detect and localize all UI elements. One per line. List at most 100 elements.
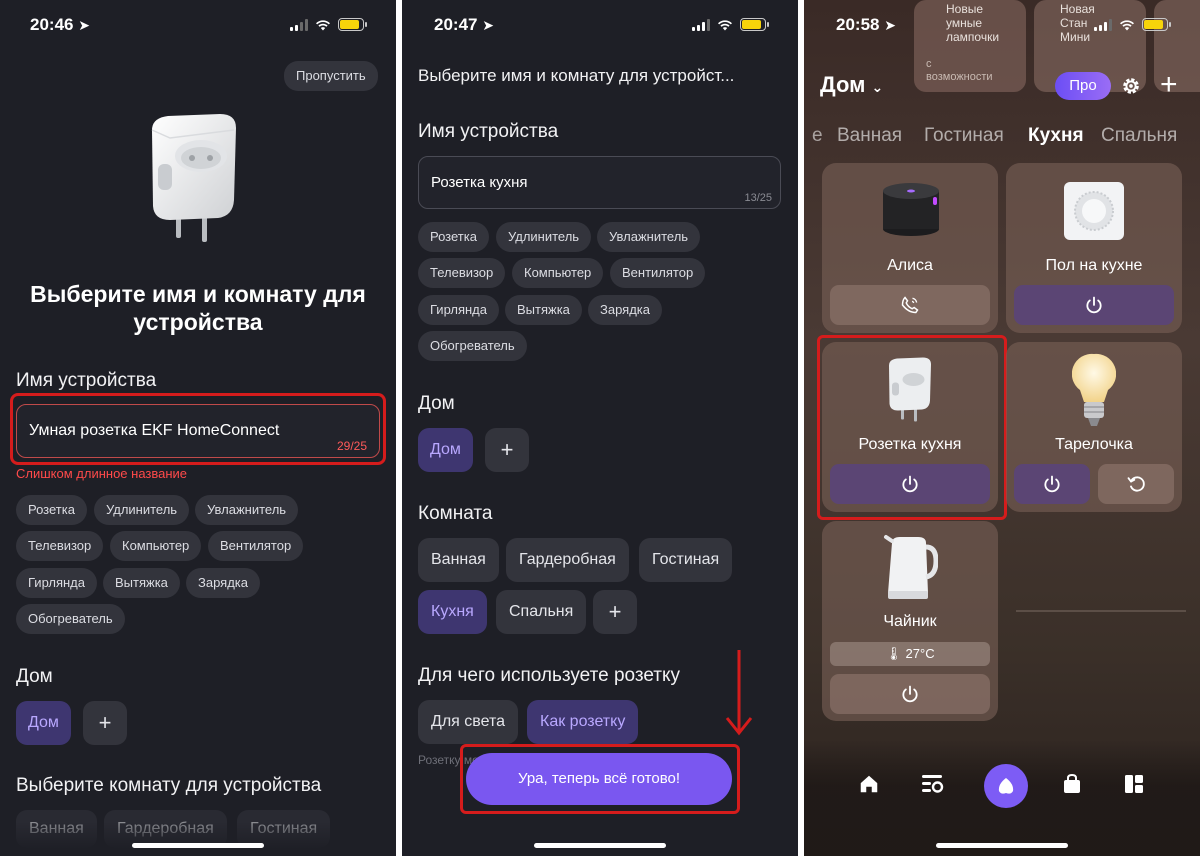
pro-badge[interactable]: Про [1055, 72, 1111, 100]
home-indicator [132, 843, 264, 848]
story-card[interactable]: Новые умные лампочки с возможности [914, 0, 1026, 92]
kettle-icon [884, 535, 938, 599]
reset-button[interactable] [1098, 464, 1174, 504]
bulb-icon [1072, 353, 1116, 426]
suggestion-chip[interactable]: Зарядка [588, 295, 662, 325]
home-icon[interactable] [858, 773, 880, 795]
screen-home-dashboard: Новые умные лампочки с возможности Новая Ста… [804, 0, 1200, 856]
room-chip[interactable]: Гостиная [639, 538, 733, 582]
fade-overlay [0, 822, 396, 856]
suggestion-chip[interactable]: Увлажнитель [195, 495, 299, 525]
services-icon[interactable] [1124, 774, 1144, 794]
suggestion-chip[interactable]: Вытяжка [505, 295, 582, 325]
battery-icon [1142, 18, 1171, 31]
device-name-field[interactable]: Розетка кухня 13/25 [418, 156, 781, 209]
arrow-down-icon [725, 650, 753, 736]
tab-bedroom[interactable]: Спальня [1101, 125, 1177, 147]
scenarios-icon[interactable] [920, 773, 944, 795]
power-button[interactable] [830, 674, 990, 714]
home-heading: Дом [16, 666, 53, 687]
header-title: Выберите имя и комнату для устройст... [418, 66, 735, 85]
device-name: Чайник [883, 613, 937, 630]
power-icon [1086, 296, 1102, 314]
suggestion-chip[interactable]: Компьютер [110, 531, 202, 561]
usage-option[interactable]: Для света [418, 700, 519, 744]
suggestion-chip[interactable]: Компьютер [512, 258, 604, 288]
story-title: Новые умные лампочки [946, 2, 1000, 44]
temperature-readout: 🌡 27°C [830, 642, 990, 666]
speaker-icon [883, 183, 939, 236]
thermostat-icon [1064, 182, 1124, 240]
battery-icon [338, 18, 367, 31]
device-tile-lamp[interactable]: Тарелочка [1006, 342, 1182, 512]
device-name: Тарелочка [1055, 436, 1133, 453]
story-title: Новая Стан Мини [1060, 2, 1095, 44]
add-device-button[interactable]: + [1160, 68, 1178, 102]
char-counter: 13/25 [744, 192, 772, 204]
add-home-button[interactable]: + [83, 701, 127, 745]
suggestion-chip[interactable]: Гирлянда [418, 295, 499, 325]
suggestion-chip[interactable]: Зарядка [186, 568, 260, 598]
signal-icon [692, 18, 710, 31]
screen-device-setup: 20:47 ➤ Выберите имя и комнату для устро… [402, 0, 798, 856]
error-message: Слишком длинное название [16, 466, 188, 481]
highlight-box [460, 744, 740, 814]
suggestion-chip[interactable]: Розетка [16, 495, 87, 525]
usage-option-selected[interactable]: Как розетку [527, 700, 639, 744]
device-tile-floor-heating[interactable]: Пол на кухне [1006, 163, 1182, 333]
highlight-box [817, 335, 1007, 520]
home-selector[interactable]: Дом ⌄ [820, 72, 883, 98]
device-name-value: Розетка кухня [431, 174, 528, 191]
home-indicator [936, 843, 1068, 848]
signal-icon [290, 18, 308, 31]
divider [798, 0, 804, 856]
suggestion-chip[interactable]: Удлинитель [496, 222, 592, 252]
home-chip[interactable]: Дом [16, 701, 71, 745]
device-name-heading: Имя устройства [418, 121, 559, 142]
suggestion-chip[interactable]: Обогреватель [16, 604, 125, 634]
alice-button[interactable] [984, 764, 1028, 808]
story-subtitle: с возможности [926, 58, 993, 83]
shop-icon[interactable] [1062, 774, 1082, 794]
smart-plug-image [151, 114, 236, 242]
power-icon [902, 685, 918, 703]
power-button[interactable] [1014, 464, 1090, 504]
room-chip[interactable]: Спальня [496, 590, 587, 634]
suggestion-chip[interactable]: Удлинитель [94, 495, 190, 525]
suggestion-chip[interactable]: Вентилятор [610, 258, 706, 288]
suggestion-chip[interactable]: Вентилятор [208, 531, 304, 561]
device-name: Алиса [887, 257, 933, 274]
suggestion-chip[interactable]: Вытяжка [103, 568, 180, 598]
call-button[interactable] [830, 285, 990, 325]
device-tile-kettle[interactable]: Чайник 🌡 27°C [822, 521, 998, 721]
usage-heading: Для чего используете розетку [418, 665, 681, 686]
thermometer-icon: 🌡 [885, 646, 902, 661]
status-time: 20:47 ➤ [434, 15, 494, 34]
room-chip[interactable]: Ванная [418, 538, 499, 582]
add-room-button[interactable]: + [593, 590, 637, 634]
add-home-button[interactable]: + [485, 428, 529, 472]
room-chip[interactable]: Гардеробная [506, 538, 629, 582]
tab-kitchen[interactable]: Кухня [1028, 125, 1084, 147]
suggestion-chip[interactable]: Увлажнитель [597, 222, 701, 252]
suggestion-chip[interactable]: Гирлянда [16, 568, 97, 598]
device-name-heading: Имя устройства [16, 370, 157, 391]
gear-icon[interactable] [1120, 75, 1142, 97]
home-chip[interactable]: Дом [418, 428, 473, 472]
power-button[interactable] [1014, 285, 1174, 325]
suggestion-chip[interactable]: Телевизор [418, 258, 506, 288]
tab-partial[interactable]: е [812, 125, 823, 147]
wifi-icon [718, 19, 732, 30]
wifi-icon [316, 19, 330, 30]
skip-button[interactable]: Пропустить [284, 61, 378, 91]
suggestion-chip[interactable]: Телевизор [16, 531, 104, 561]
suggestion-chip[interactable]: Розетка [418, 222, 489, 252]
tab-bathroom[interactable]: Ванная [837, 125, 902, 147]
phone-call-icon [901, 296, 919, 314]
room-chip-selected[interactable]: Кухня [418, 590, 487, 634]
suggestion-chip[interactable]: Обогреватель [418, 331, 527, 361]
divider [396, 0, 402, 856]
device-tile-alice[interactable]: Алиса [822, 163, 998, 333]
power-icon [1044, 475, 1060, 493]
tab-living-room[interactable]: Гостиная [924, 125, 1004, 147]
